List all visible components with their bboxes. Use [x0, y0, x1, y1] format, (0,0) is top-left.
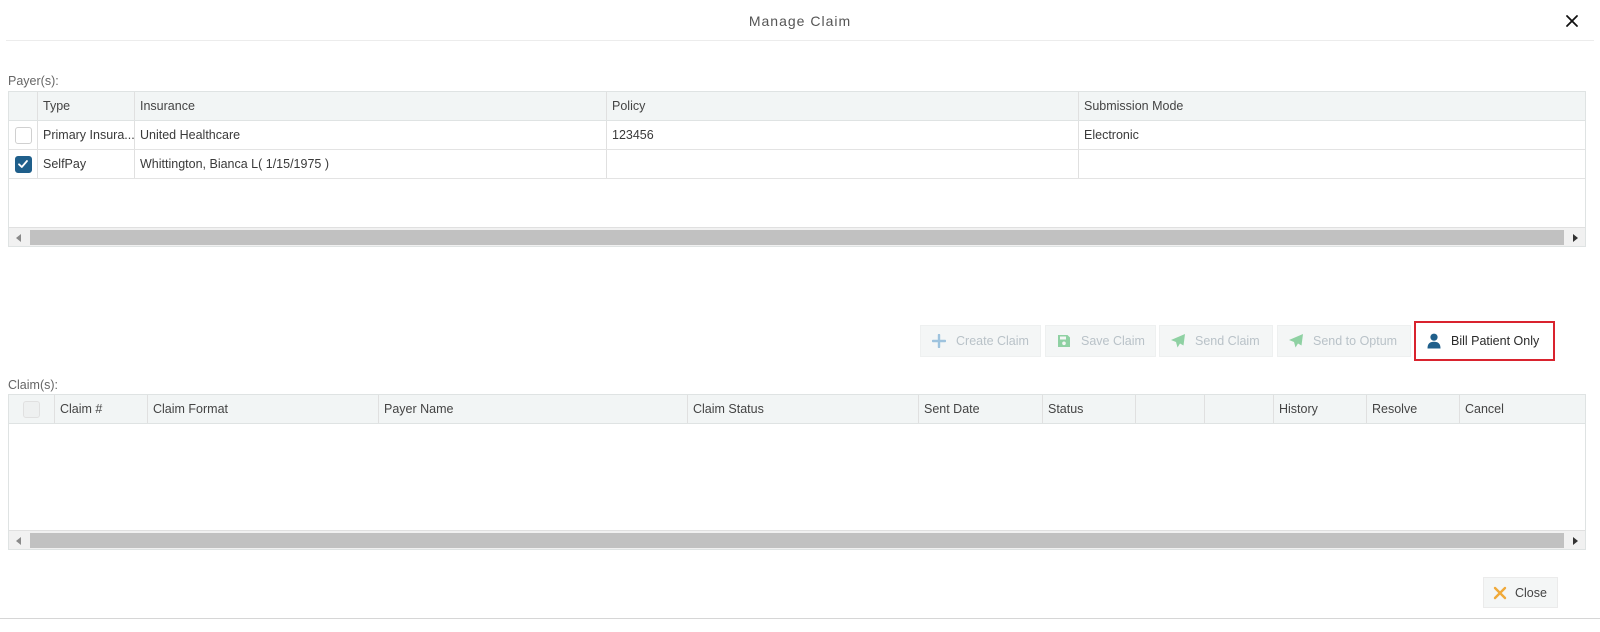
payers-horizontal-scrollbar[interactable] [9, 227, 1585, 246]
column-header-claim-number[interactable]: Claim # [55, 395, 148, 423]
payer-row[interactable]: SelfPay Whittington, Bianca L( 1/15/1975… [9, 150, 1585, 179]
modal-header: Manage Claim [6, 0, 1594, 41]
column-header-history[interactable]: History [1274, 395, 1367, 423]
claims-horizontal-scrollbar[interactable] [9, 530, 1585, 549]
manage-claim-modal: Manage Claim Payer(s): Type Insurance Po… [0, 0, 1600, 632]
column-header-resolve[interactable]: Resolve [1367, 395, 1460, 423]
payer-row[interactable]: Primary Insura... United Healthcare 1234… [9, 121, 1585, 150]
column-header-blank-2 [1205, 395, 1274, 423]
paper-plane-icon [1288, 333, 1304, 349]
cell-insurance: United Healthcare [135, 121, 607, 149]
column-header-type[interactable]: Type [38, 92, 135, 120]
cell-submission-mode [1079, 150, 1553, 178]
select-column-header [9, 92, 38, 120]
close-button-label: Close [1515, 585, 1547, 600]
modal-bottom-divider [0, 618, 1600, 619]
create-claim-label: Create Claim [956, 334, 1029, 348]
bill-patient-only-label: Bill Patient Only [1451, 334, 1540, 348]
column-header-status[interactable]: Status [1043, 395, 1136, 423]
column-header-claim-format[interactable]: Claim Format [148, 395, 379, 423]
column-header-policy[interactable]: Policy [607, 92, 1079, 120]
row-select-cell [9, 150, 38, 178]
row-checkbox[interactable] [14, 126, 32, 144]
column-header-insurance[interactable]: Insurance [135, 92, 607, 120]
caret-right-icon[interactable] [1565, 531, 1585, 550]
column-header-sent-date[interactable]: Sent Date [919, 395, 1043, 423]
user-icon [1426, 333, 1442, 349]
claims-label: Claim(s): [8, 378, 58, 392]
send-claim-button[interactable]: Send Claim [1159, 325, 1273, 357]
claims-grid: Claim # Claim Format Payer Name Claim St… [8, 394, 1586, 550]
select-all-checkbox[interactable] [23, 400, 40, 418]
send-to-optum-button[interactable]: Send to Optum [1277, 325, 1411, 357]
scrollbar-thumb[interactable] [30, 533, 1564, 548]
column-header-submission-mode[interactable]: Submission Mode [1079, 92, 1553, 120]
caret-left-icon[interactable] [9, 228, 29, 247]
caret-right-icon[interactable] [1565, 228, 1585, 247]
cell-policy [607, 150, 1079, 178]
column-header-blank-1 [1136, 395, 1205, 423]
checkmark-icon [18, 160, 28, 168]
bill-patient-only-button[interactable]: Bill Patient Only [1414, 321, 1555, 361]
payers-label: Payer(s): [8, 74, 59, 88]
cell-submission-mode: Electronic [1084, 128, 1139, 142]
send-to-optum-label: Send to Optum [1313, 334, 1398, 348]
scrollbar-thumb[interactable] [30, 230, 1564, 245]
column-header-cancel[interactable]: Cancel [1460, 395, 1585, 423]
modal-title: Manage Claim [748, 13, 852, 29]
cell-policy: 123456 [607, 121, 1079, 149]
send-claim-label: Send Claim [1195, 334, 1260, 348]
save-claim-button[interactable]: Save Claim [1045, 325, 1156, 357]
close-icon [1493, 586, 1507, 600]
cell-type: SelfPay [38, 150, 135, 178]
payers-grid: Type Insurance Policy Submission Mode Pr… [8, 91, 1586, 247]
select-all-cell [9, 395, 55, 423]
create-claim-button[interactable]: Create Claim [920, 325, 1041, 357]
column-header-payer-name[interactable]: Payer Name [379, 395, 688, 423]
cell-type: Primary Insura... [38, 121, 135, 149]
plus-icon [931, 333, 947, 349]
claims-grid-header: Claim # Claim Format Payer Name Claim St… [9, 395, 1585, 424]
close-button[interactable]: Close [1483, 577, 1558, 608]
close-icon[interactable] [1564, 13, 1580, 29]
cell-insurance: Whittington, Bianca L( 1/15/1975 ) [135, 150, 607, 178]
caret-left-icon[interactable] [9, 531, 29, 550]
floppy-disk-icon [1056, 333, 1072, 349]
save-claim-label: Save Claim [1081, 334, 1145, 348]
paper-plane-icon [1170, 333, 1186, 349]
payers-grid-header: Type Insurance Policy Submission Mode [9, 92, 1585, 121]
column-header-claim-status[interactable]: Claim Status [688, 395, 919, 423]
row-select-cell [9, 121, 38, 149]
row-checkbox[interactable] [14, 155, 32, 173]
